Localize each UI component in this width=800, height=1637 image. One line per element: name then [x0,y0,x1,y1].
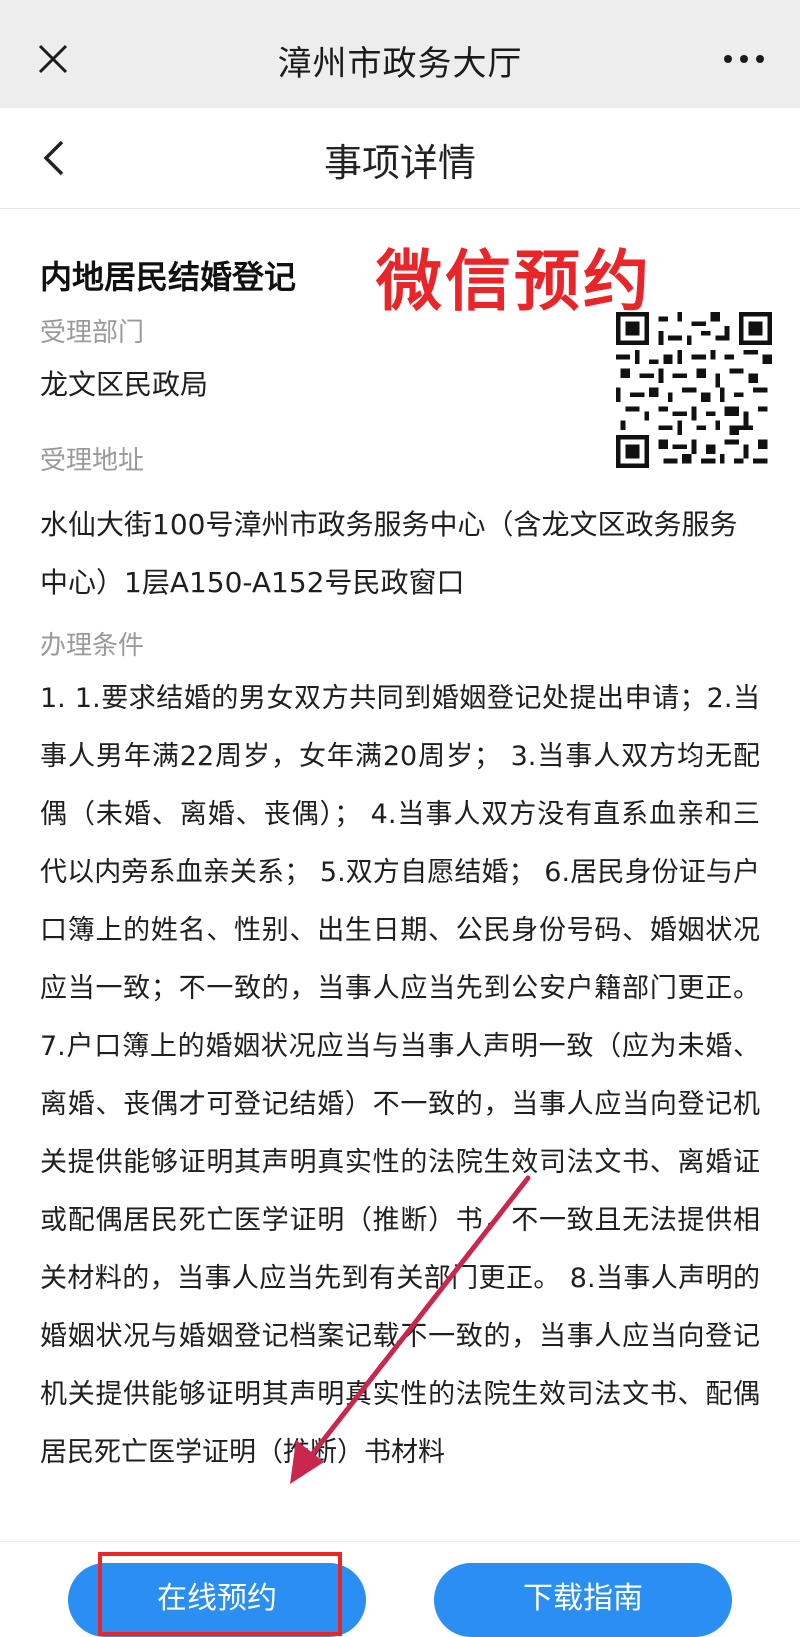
department-label: 受理部门 [40,318,145,348]
more-icon[interactable] [722,52,766,66]
wechat-reservation-label: 微信预约 [376,243,652,320]
item-title: 内地居民结婚登记 [40,258,297,296]
window-title: 漳州市政务大厅 [277,44,523,84]
download-guide-button[interactable]: 下载指南 [434,1563,732,1637]
conditions-label: 办理条件 [40,631,145,661]
address-value: 水仙大街100号漳州市政务服务中心（含龙文区政务服务中心）1层A150-A152… [40,508,738,599]
annotation-highlight-box [98,1552,342,1636]
conditions-text: 1. 1.要求结婚的男女双方共同到婚姻登记处提出申请；2.当事人男年满22周岁，… [40,683,760,1468]
page-header: 事项详情 [0,108,800,209]
page-title: 事项详情 [323,141,476,185]
department-value: 龙文区民政局 [40,368,209,401]
address-label: 受理地址 [40,446,145,476]
top-bar: 漳州市政务大厅 [0,0,800,108]
